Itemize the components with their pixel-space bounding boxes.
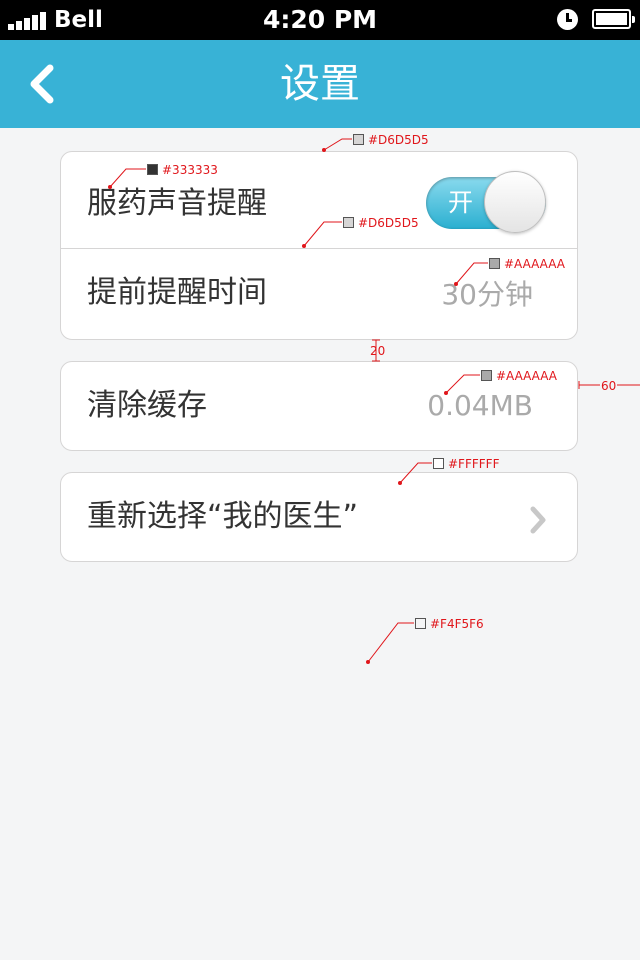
reselect-doctor-row[interactable]: 重新选择“我的医生” xyxy=(61,473,577,561)
color-swatch xyxy=(343,217,354,228)
doctor-card: 重新选择“我的医生” xyxy=(60,472,578,562)
navigation-bar: 设置 xyxy=(0,40,640,128)
annotation-card-color: #FFFFFF xyxy=(433,457,499,471)
advance-reminder-value: 30分钟 xyxy=(441,278,533,311)
status-time: 4:20 PM xyxy=(262,5,378,34)
clear-cache-label: 清除缓存 xyxy=(87,388,207,423)
color-swatch xyxy=(481,370,492,381)
annotation-value-color: #AAAAAA xyxy=(489,257,565,271)
toggle-on-label: 开 xyxy=(448,188,474,217)
cache-size-value: 0.04MB xyxy=(427,389,533,422)
annotation-margin: 60 xyxy=(600,379,618,393)
reselect-doctor-label: 重新选择“我的医生” xyxy=(87,499,359,534)
annotation-label-color: #333333 xyxy=(147,163,218,177)
color-swatch xyxy=(353,134,364,145)
battery-icon xyxy=(592,9,635,29)
color-swatch xyxy=(489,258,500,269)
page-title: 设置 xyxy=(280,61,360,107)
color-swatch xyxy=(433,458,444,469)
status-bar: Bell 4:20 PM xyxy=(0,0,640,40)
annotation-border-color: #D6D5D5 xyxy=(353,133,429,147)
annotation-spacing: 20 xyxy=(370,344,386,358)
annotation-value-color-2: #AAAAAA xyxy=(481,369,557,383)
toggle-knob xyxy=(484,171,546,233)
medication-sound-toggle[interactable]: 开 xyxy=(426,171,546,233)
settings-screen: Bell 4:20 PM 设置 服药声音提醒 开 提前提醒时间 30分钟 清除缓… xyxy=(0,0,640,960)
color-swatch xyxy=(147,164,158,175)
advance-reminder-label: 提前提醒时间 xyxy=(87,275,267,310)
color-swatch xyxy=(415,618,426,629)
annotation-background-color: #F4F5F6 xyxy=(415,617,484,631)
annotation-divider-color: #D6D5D5 xyxy=(343,216,419,230)
reminder-settings-card: 服药声音提醒 开 提前提醒时间 30分钟 xyxy=(60,151,578,340)
medication-sound-row: 服药声音提醒 开 xyxy=(61,152,577,248)
medication-sound-label: 服药声音提醒 xyxy=(87,186,267,221)
chevron-right-icon xyxy=(530,506,546,534)
alarm-clock-icon xyxy=(557,9,578,30)
